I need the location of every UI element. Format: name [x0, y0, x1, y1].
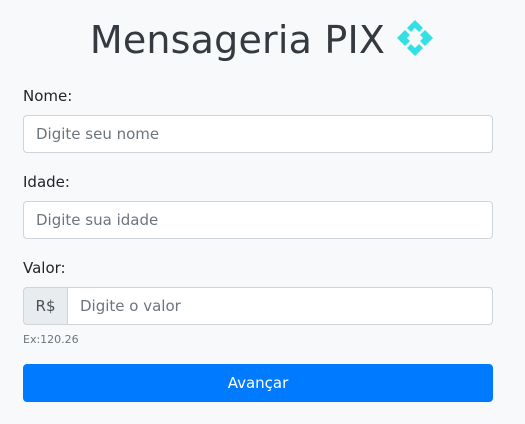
currency-prefix: R$	[23, 287, 67, 325]
age-input[interactable]	[23, 201, 493, 239]
name-input[interactable]	[23, 115, 493, 153]
pix-logo-icon	[395, 18, 435, 62]
amount-label: Valor:	[23, 259, 66, 277]
age-label: Idade:	[23, 173, 70, 191]
amount-input-group: R$	[23, 287, 493, 325]
page-container: Mensageria PIX Nome: Idade: Valor: R$ Ex…	[0, 0, 525, 424]
submit-button[interactable]: Avançar	[23, 364, 493, 402]
amount-hint: Ex:120.26	[23, 333, 79, 346]
page-title: Mensageria PIX	[89, 18, 386, 62]
amount-input[interactable]	[67, 287, 493, 325]
header: Mensageria PIX	[0, 14, 525, 66]
name-label: Nome:	[23, 87, 73, 105]
